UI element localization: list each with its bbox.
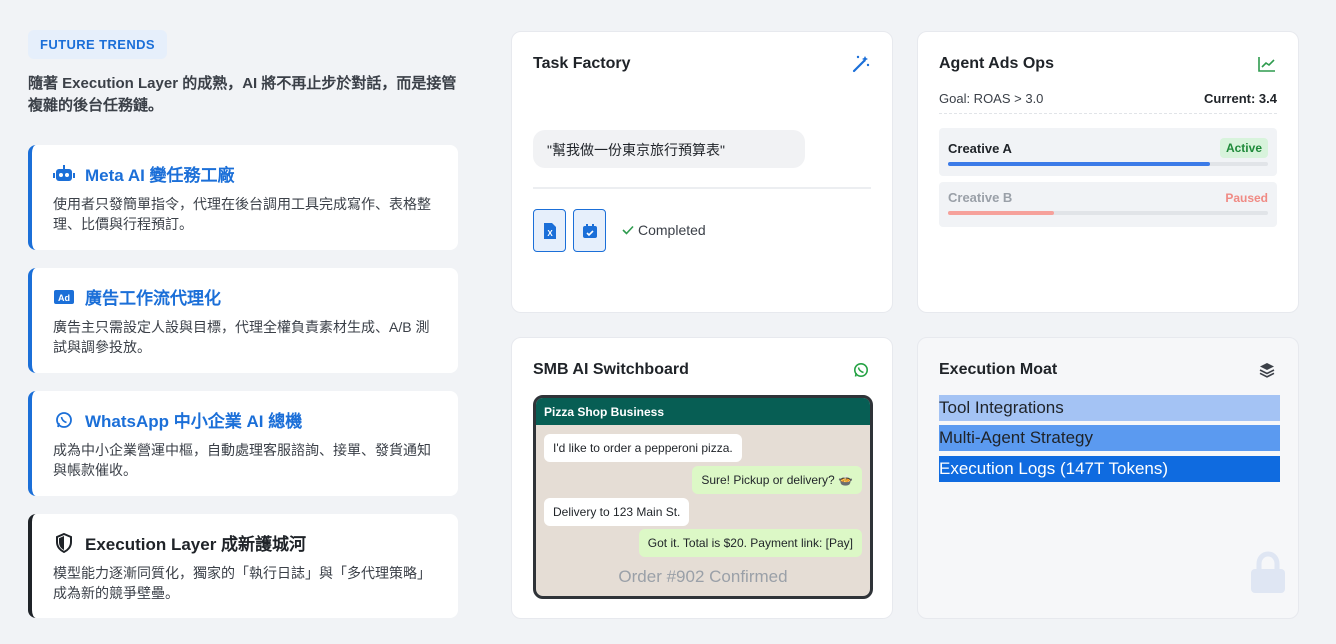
layers-icon[interactable]: [1257, 360, 1277, 380]
current-value: Current: 3.4: [1204, 91, 1277, 106]
card-title: Execution Moat: [939, 361, 1058, 378]
trend-title: Meta AI 變任務工廠: [85, 166, 235, 185]
trend-desc: 使用者只發簡單指令，代理在後台調用工具完成寫作、表格整理、比價與行程預訂。: [53, 196, 431, 232]
creative-row-a[interactable]: Creative A Active: [939, 128, 1277, 176]
chat-message: Got it. Total is $20. Payment link: [Pay…: [638, 529, 862, 557]
progress-track: [948, 211, 1268, 215]
divider: [533, 187, 871, 189]
creative-name: Creative A: [948, 140, 1012, 156]
excel-file-icon[interactable]: X: [533, 209, 566, 252]
intro-text: 隨著 Execution Layer 的成熟，AI 將不再止步於對話，而是接管複…: [28, 75, 457, 114]
prompt-bubble: "幫我做一份東京旅行預算表": [533, 130, 805, 168]
trend-card-whatsapp[interactable]: WhatsApp 中小企業 AI 總機 成為中小企業營運中樞，自動處理客服諮詢、…: [28, 391, 458, 496]
progress-fill: [948, 211, 1054, 215]
trend-desc: 廣告主只需設定人設與目標，代理全權負責素材生成、A/B 測試與調參投放。: [53, 319, 430, 355]
status-badge: Paused: [1225, 190, 1268, 205]
check-icon: [622, 222, 634, 238]
chat-phone-mockup: Pizza Shop Business I'd like to order a …: [533, 395, 873, 599]
shield-icon: [53, 532, 75, 553]
trend-desc: 成為中小企業營運中樞，自動處理客服諮詢、接單、發貨通知與帳款催收。: [53, 442, 431, 478]
moat-layer-multi-agent: Multi-Agent Strategy: [939, 425, 1280, 451]
order-confirmation: Order #902 Confirmed: [618, 567, 788, 586]
chat-message: I'd like to order a pepperoni pizza.: [544, 434, 742, 462]
trend-card-execution-layer[interactable]: Execution Layer 成新護城河 模型能力逐漸同質化，獨家的「執行日誌…: [28, 514, 458, 618]
trend-desc: 模型能力逐漸同質化，獨家的「執行日誌」與「多代理策略」成為新的競爭壁壘。: [53, 565, 431, 601]
trend-title: WhatsApp 中小企業 AI 總機: [85, 412, 303, 431]
execution-moat-card: Execution Moat Tool Integrations Multi-A…: [917, 337, 1299, 619]
ad-icon: Ad: [53, 287, 75, 307]
creative-name: Creative B: [948, 190, 1013, 205]
ads-ops-card: Agent Ads Ops Goal: ROAS > 3.0 Current: …: [917, 31, 1299, 313]
task-factory-card: Task Factory "幫我做一份東京旅行預算表" X Completed: [511, 31, 893, 313]
chat-message: Delivery to 123 Main St.: [544, 498, 690, 526]
line-chart-icon[interactable]: [1257, 54, 1277, 74]
section-pill: FUTURE TRENDS: [28, 30, 167, 59]
goal-row: Goal: ROAS > 3.0 Current: 3.4: [939, 91, 1277, 114]
progress-fill: [948, 162, 1211, 166]
svg-text:Ad: Ad: [58, 293, 70, 303]
card-title: Agent Ads Ops: [939, 55, 1054, 72]
trend-card-ads[interactable]: Ad 廣告工作流代理化 廣告主只需設定人設與目標，代理全權負責素材生成、A/B …: [28, 268, 458, 373]
svg-text:X: X: [547, 229, 553, 238]
goal-text: Goal: ROAS > 3.0: [939, 91, 1044, 106]
chat-header: Pizza Shop Business: [536, 398, 870, 425]
trend-title: 廣告工作流代理化: [85, 289, 221, 308]
status-badge: Active: [1219, 138, 1268, 158]
magic-wand-icon[interactable]: [851, 54, 871, 74]
trend-card-meta[interactable]: Meta AI 變任務工廠 使用者只發簡單指令，代理在後台調用工具完成寫作、表格…: [28, 145, 458, 250]
robot-icon: [53, 164, 75, 184]
switchboard-card: SMB AI Switchboard Pizza Shop Business I…: [511, 337, 893, 619]
card-title: Task Factory: [533, 55, 631, 72]
status-completed: Completed: [622, 222, 706, 238]
whatsapp-icon: [53, 410, 75, 430]
future-trends-panel: FUTURE TRENDS 隨著 Execution Layer 的成熟，AI …: [28, 30, 458, 117]
card-title: SMB AI Switchboard: [533, 361, 689, 378]
trend-title: Execution Layer 成新護城河: [85, 535, 307, 554]
lock-icon: [1248, 551, 1288, 600]
moat-layer-logs: Execution Logs (147T Tokens): [939, 456, 1280, 482]
moat-layer-tools: Tool Integrations: [939, 395, 1280, 421]
creative-row-b[interactable]: Creative B Paused: [939, 182, 1277, 227]
chat-message: Sure! Pickup or delivery? 🍲: [692, 466, 862, 494]
status-text: Completed: [638, 222, 706, 238]
whatsapp-icon[interactable]: [851, 360, 871, 380]
progress-track: [948, 162, 1268, 166]
calendar-check-icon[interactable]: [573, 209, 606, 252]
